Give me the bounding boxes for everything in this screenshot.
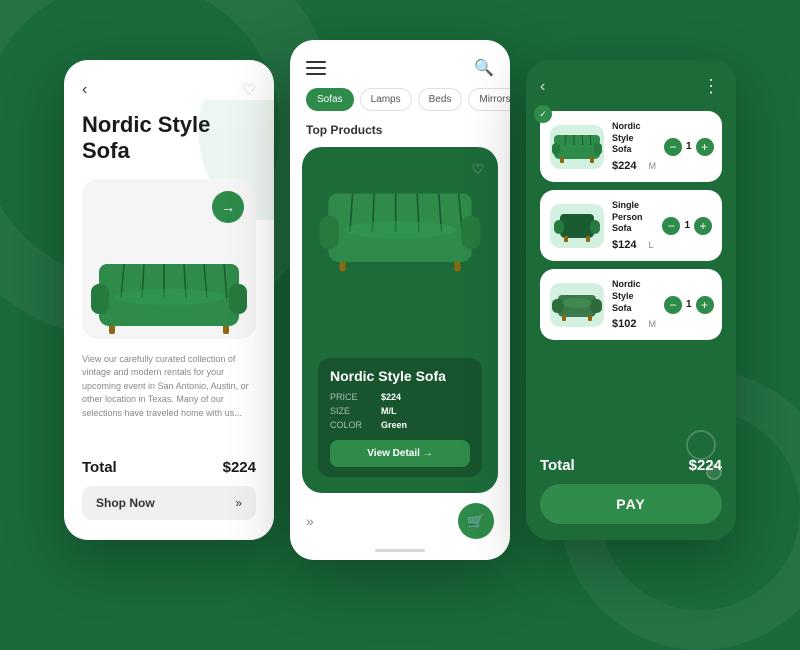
- cart-item-1-price: $224: [612, 160, 636, 172]
- product-heart-icon[interactable]: ♡: [471, 161, 484, 178]
- next-fab[interactable]: →: [212, 191, 244, 223]
- product-image-card: →: [82, 179, 256, 339]
- qty-num-1: 1: [686, 141, 692, 152]
- cart-item-3-name: Nordic StyleSofa: [612, 279, 656, 314]
- color-label: COLOR: [330, 420, 365, 430]
- cart-button[interactable]: 🛒: [458, 503, 494, 539]
- cart-item-1-size: M: [648, 161, 656, 171]
- qty-plus-1[interactable]: +: [696, 138, 714, 156]
- product-info-panel: Nordic Style Sofa PRICE $224 SIZE M/L CO…: [318, 358, 482, 477]
- cart-item-1-image: [550, 125, 604, 169]
- size-value: M/L: [381, 406, 397, 416]
- screen1: ‹ ♡ Nordic Style Sofa →: [64, 60, 274, 540]
- total-price: $224: [223, 459, 256, 476]
- cart-item-2: Single PersonSofa $124 L − 1 +: [540, 190, 722, 261]
- cart-icon: 🛒: [467, 513, 484, 530]
- product-description: View our carefully curated collection of…: [82, 353, 256, 447]
- cart-item-3-image: [550, 283, 604, 327]
- qty-minus-2[interactable]: −: [662, 217, 680, 235]
- decorative-circle-2: [706, 464, 722, 480]
- cart-item-3-info: Nordic StyleSofa $102 M: [612, 279, 656, 330]
- section-title: Top Products: [290, 123, 510, 147]
- hamburger-menu[interactable]: [306, 61, 326, 75]
- total-label: Total: [82, 459, 117, 476]
- back-button[interactable]: ‹: [82, 81, 87, 99]
- scroll-indicator: [375, 549, 425, 552]
- qty-minus-3[interactable]: −: [664, 296, 682, 314]
- category-mirrors[interactable]: Mirrors: [468, 88, 510, 111]
- qty-control-3: − 1 +: [664, 296, 714, 314]
- screen3-back-button[interactable]: ‹: [540, 78, 545, 96]
- product-sofa-image: [318, 163, 482, 348]
- wishlist-icon[interactable]: ♡: [242, 80, 256, 100]
- qty-control-2: − 1 +: [662, 217, 712, 235]
- category-tabs: Sofas Lamps Beds Mirrors Tables: [290, 88, 510, 123]
- cart-item-3-size: M: [648, 319, 656, 329]
- cart-item-2-info: Single PersonSofa $124 L: [612, 200, 654, 251]
- decorative-circle-1: [686, 430, 716, 460]
- cart-item-3-price: $102: [612, 318, 636, 330]
- cart-item-3: Nordic StyleSofa $102 M − 1 +: [540, 269, 722, 340]
- cart-item-1: ✓ Nordic StyleSofa $224: [540, 111, 722, 182]
- cart-item-2-image: [550, 204, 604, 248]
- view-detail-button[interactable]: View Detail →: [330, 440, 470, 467]
- category-sofas[interactable]: Sofas: [306, 88, 354, 111]
- qty-num-2: 1: [684, 220, 690, 231]
- qty-minus-1[interactable]: −: [664, 138, 682, 156]
- price-label: PRICE: [330, 392, 365, 402]
- sofa-image-large: [89, 239, 249, 339]
- category-lamps[interactable]: Lamps: [360, 88, 412, 111]
- cart-item-1-info: Nordic StyleSofa $224 M: [612, 121, 656, 172]
- qty-control-1: − 1 +: [664, 138, 714, 156]
- screen3: ‹ ⋮ ✓ Nordic St: [526, 60, 736, 540]
- product-card: ♡: [302, 147, 498, 493]
- size-label: SIZE: [330, 406, 365, 416]
- pay-button[interactable]: PAY: [540, 484, 722, 524]
- shop-now-label: Shop Now: [96, 496, 155, 510]
- price-value: $224: [381, 392, 401, 402]
- check-badge-1: ✓: [534, 105, 552, 123]
- shop-now-arrows-icon: »: [235, 496, 242, 510]
- qty-plus-3[interactable]: +: [696, 296, 714, 314]
- screens-container: ‹ ♡ Nordic Style Sofa →: [64, 40, 736, 560]
- cart-item-1-name: Nordic StyleSofa: [612, 121, 656, 156]
- screen3-total-label: Total: [540, 457, 575, 474]
- shop-now-button[interactable]: Shop Now »: [82, 486, 256, 520]
- qty-num-3: 1: [686, 299, 692, 310]
- cart-item-2-size: L: [648, 240, 653, 250]
- more-options-icon[interactable]: ⋮: [702, 76, 722, 97]
- screen2: 🔍 Sofas Lamps Beds Mirrors Tables Top Pr…: [290, 40, 510, 560]
- nav-arrows-icon[interactable]: »: [306, 513, 314, 529]
- cart-item-2-name: Single PersonSofa: [612, 200, 654, 235]
- cart-item-2-price: $124: [612, 239, 636, 251]
- product-name: Nordic Style Sofa: [330, 368, 470, 384]
- qty-plus-2[interactable]: +: [694, 217, 712, 235]
- category-beds[interactable]: Beds: [418, 88, 463, 111]
- color-value: Green: [381, 420, 407, 430]
- search-icon[interactable]: 🔍: [474, 58, 494, 78]
